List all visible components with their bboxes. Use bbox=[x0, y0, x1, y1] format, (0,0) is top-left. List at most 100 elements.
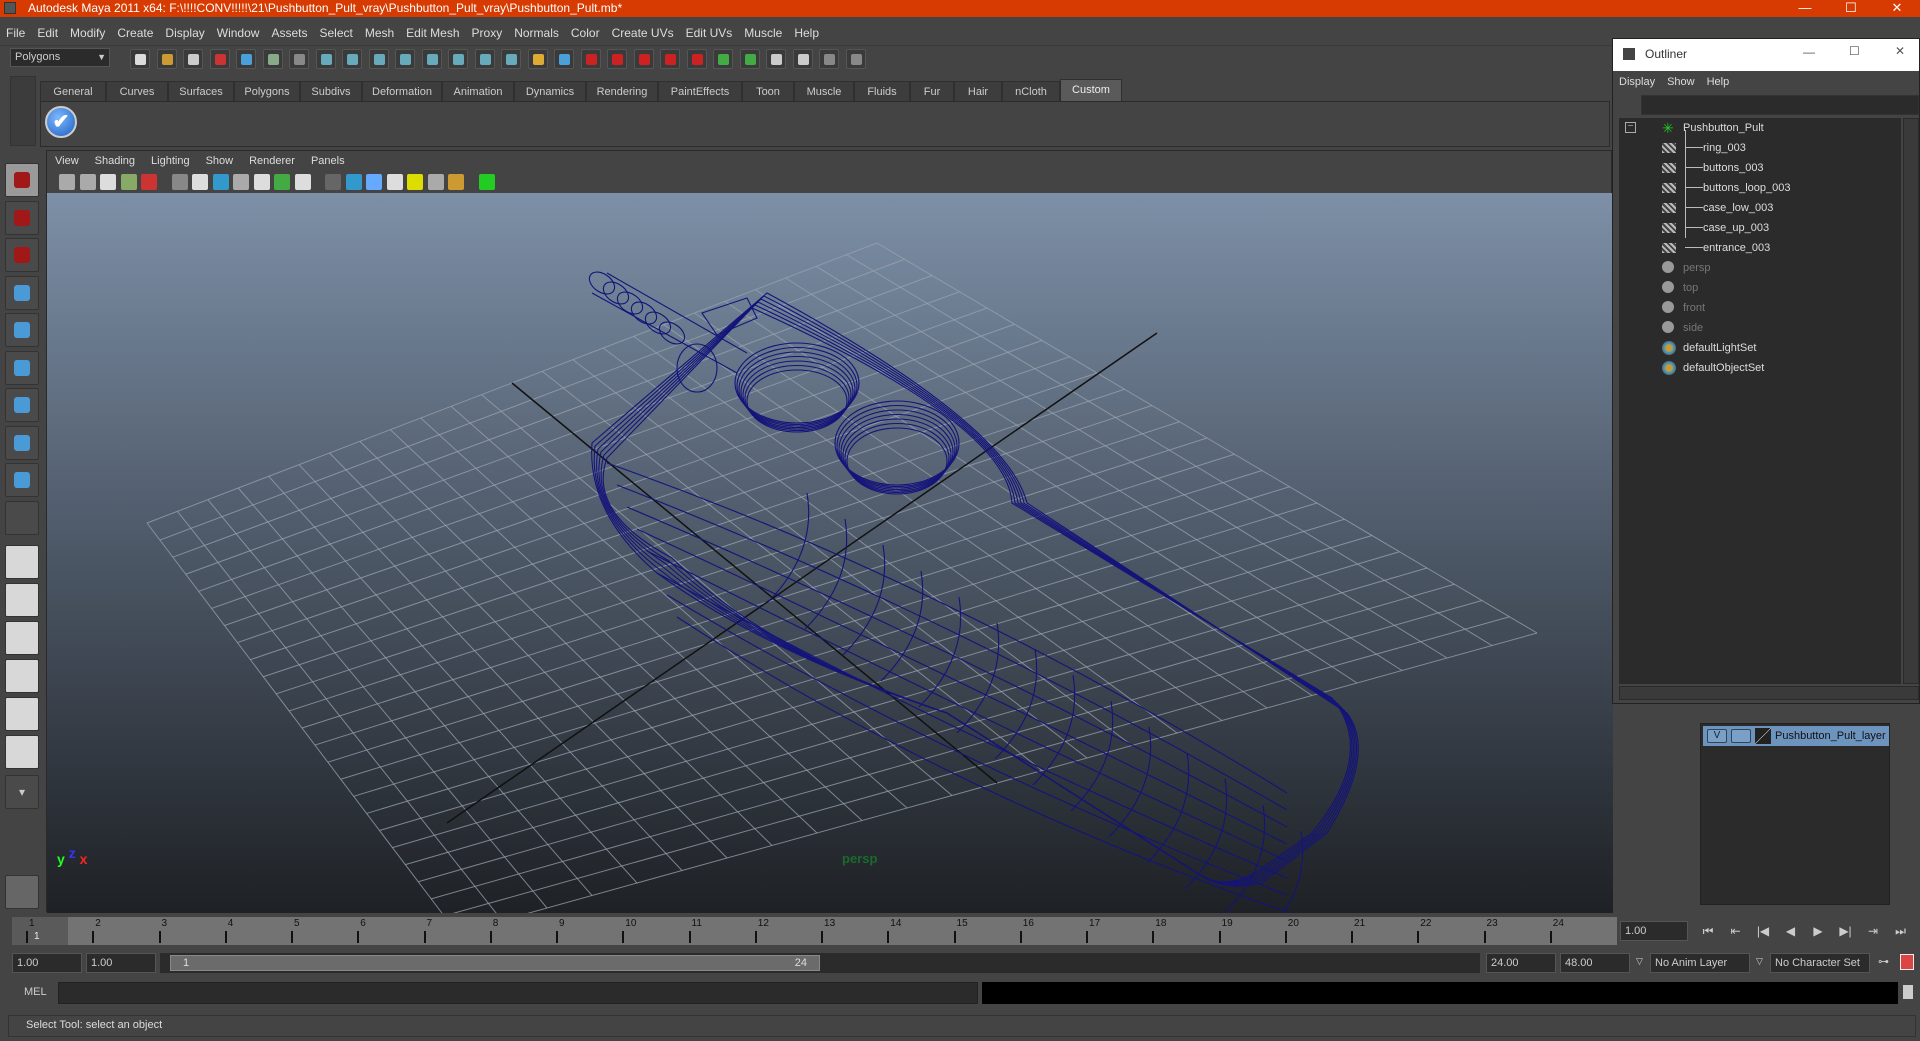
range-slider-handle[interactable]: 1 24 bbox=[170, 955, 820, 971]
playback-button-0[interactable]: ⏮ bbox=[1698, 922, 1718, 940]
viewport-menu-view[interactable]: View bbox=[47, 151, 87, 171]
statusline-tool-icon[interactable] bbox=[156, 49, 177, 69]
move-tool[interactable] bbox=[5, 275, 39, 310]
viewport-tool-icon[interactable] bbox=[141, 174, 157, 190]
layer-color-swatch[interactable] bbox=[1755, 728, 1771, 744]
shelf-tab-curves[interactable]: Curves bbox=[106, 81, 168, 101]
viewport-tool-icon[interactable] bbox=[59, 174, 75, 190]
menu-window[interactable]: Window bbox=[211, 22, 266, 44]
viewport-panel[interactable]: View Shading Lighting Show Renderer Panels y … bbox=[46, 150, 1613, 913]
layer-editor-icons[interactable] bbox=[1802, 707, 1892, 721]
viewport-tool-icon[interactable] bbox=[79, 174, 96, 190]
statusline-tool-icon[interactable] bbox=[315, 49, 336, 69]
viewport-tool-icon[interactable] bbox=[448, 174, 464, 190]
outliner-item-case_low_003[interactable]: case_low_003 bbox=[1619, 198, 1899, 218]
statusline-tool-icon[interactable] bbox=[527, 49, 548, 69]
show-manipulator-tool[interactable] bbox=[5, 463, 39, 497]
outliner-item-ring_003[interactable]: ring_003 bbox=[1619, 138, 1899, 158]
start-time-field[interactable]: 1.00 bbox=[12, 953, 82, 973]
outliner-filter-input[interactable] bbox=[1641, 95, 1919, 115]
menu-edit[interactable]: Edit bbox=[31, 22, 64, 44]
scale-tool[interactable] bbox=[5, 350, 39, 385]
viewport-tool-icon[interactable] bbox=[212, 174, 229, 190]
viewport-tool-icon[interactable] bbox=[233, 174, 249, 190]
anim-layer-dropdown-icon[interactable]: ▽ bbox=[1636, 956, 1643, 967]
lasso-tool[interactable] bbox=[5, 200, 39, 235]
shelf-tab-ncloth[interactable]: nCloth bbox=[1002, 81, 1060, 101]
viewport-menu-panels[interactable]: Panels bbox=[303, 151, 353, 171]
menu-set-dropdown[interactable]: Polygons ▼ bbox=[10, 48, 110, 67]
statusline-tool-icon[interactable] bbox=[607, 49, 627, 69]
shelf-tab-fluids[interactable]: Fluids bbox=[854, 81, 910, 101]
viewport-tool-icon[interactable] bbox=[540, 174, 556, 190]
shelf-tab-subdivs[interactable]: Subdivs bbox=[300, 81, 362, 101]
maya-logo-icon[interactable] bbox=[5, 875, 39, 909]
playback-start-field[interactable]: 1.00 bbox=[86, 953, 156, 973]
shelf-menu-handle[interactable] bbox=[10, 76, 36, 146]
statusline-tool-icon[interactable] bbox=[845, 49, 866, 69]
menu-muscle[interactable]: Muscle bbox=[738, 22, 788, 44]
outliner-vertical-scrollbar[interactable] bbox=[1903, 118, 1919, 684]
statusline-tool-icon[interactable] bbox=[660, 49, 680, 69]
outliner-item-case_up_003[interactable]: case_up_003 bbox=[1619, 218, 1899, 238]
shelf-tab-fur[interactable]: Fur bbox=[910, 81, 954, 101]
shelf-tab-muscle[interactable]: Muscle bbox=[794, 81, 854, 101]
statusline-tool-icon[interactable] bbox=[236, 49, 256, 69]
shelf-tab-dynamics[interactable]: Dynamics bbox=[514, 81, 586, 101]
layer-type-toggle[interactable] bbox=[1731, 729, 1751, 743]
shelf-tab-rendering[interactable]: Rendering bbox=[586, 81, 658, 101]
layout-persp-outliner-graph[interactable] bbox=[5, 735, 39, 769]
select-tool[interactable] bbox=[5, 163, 39, 197]
viewport-menu-shading[interactable]: Shading bbox=[87, 151, 143, 171]
shelf-tab-custom[interactable]: Custom bbox=[1060, 79, 1122, 101]
maximize-button[interactable]: ☐ bbox=[1828, 0, 1874, 17]
shelf-tab-surfaces[interactable]: Surfaces bbox=[168, 81, 234, 101]
statusline-tool-icon[interactable] bbox=[395, 49, 415, 69]
statusline-tool-icon[interactable] bbox=[554, 49, 574, 69]
statusline-tool-icon[interactable] bbox=[713, 49, 733, 69]
menu-proxy[interactable]: Proxy bbox=[466, 22, 509, 44]
shelf-tab-animation[interactable]: Animation bbox=[442, 81, 514, 101]
time-ticks[interactable]: 1 1 2 3 4 5 6 7 8 9 10 11 12 13 14 15 16 17 18 19 20 21 22 23 2… bbox=[12, 917, 1617, 945]
statusline-tool-icon[interactable] bbox=[448, 49, 468, 69]
statusline-tool-icon[interactable] bbox=[819, 49, 839, 69]
statusline-tool-icon[interactable] bbox=[633, 49, 654, 69]
menu-select[interactable]: Select bbox=[313, 22, 358, 44]
menu-modify[interactable]: Modify bbox=[64, 22, 111, 44]
statusline-tool-icon[interactable] bbox=[130, 49, 150, 69]
more-layouts-button[interactable]: ▾ bbox=[5, 775, 39, 809]
outliner-minimize-button[interactable]: — bbox=[1803, 45, 1815, 59]
statusline-tool-icon[interactable] bbox=[580, 49, 601, 69]
shelf-tab-general[interactable]: General bbox=[40, 81, 106, 101]
current-time-field[interactable]: 1.00 bbox=[1620, 921, 1688, 941]
command-language-label[interactable]: MEL bbox=[24, 986, 47, 998]
outliner-menu-show[interactable]: Show bbox=[1661, 71, 1701, 93]
outliner-item-pushbutton_pult[interactable]: ✳ Pushbutton_Pult bbox=[1619, 118, 1899, 138]
statusline-tool-icon[interactable] bbox=[686, 49, 707, 69]
menu-color[interactable]: Color bbox=[565, 22, 606, 44]
rotate-tool[interactable] bbox=[5, 313, 39, 347]
statusline-tool-icon[interactable] bbox=[501, 49, 521, 69]
outliner-item-defaultobjectset[interactable]: defaultObjectSet bbox=[1619, 358, 1899, 378]
menu-file[interactable]: File bbox=[0, 22, 31, 44]
outliner-close-button[interactable]: ✕ bbox=[1895, 44, 1905, 58]
outliner-item-side[interactable]: side bbox=[1619, 318, 1899, 338]
menu-create[interactable]: Create bbox=[111, 22, 159, 44]
auto-key-icon[interactable]: ⊶ bbox=[1878, 955, 1889, 968]
viewport-tool-icon[interactable] bbox=[386, 174, 403, 190]
layout-outliner-persp[interactable] bbox=[5, 621, 39, 655]
viewport-tool-icon[interactable] bbox=[274, 174, 290, 190]
menu-edit-mesh[interactable]: Edit Mesh bbox=[400, 22, 465, 44]
universal-manipulator[interactable] bbox=[5, 388, 39, 422]
layer-row[interactable]: V Pushbutton_Pult_layer bbox=[1703, 726, 1889, 746]
menu-edit-uvs[interactable]: Edit UVs bbox=[680, 22, 739, 44]
menu-create-uvs[interactable]: Create UVs bbox=[606, 22, 680, 44]
playback-button-3[interactable]: ◀ bbox=[1781, 922, 1801, 940]
viewport-tool-icon[interactable] bbox=[253, 174, 270, 190]
outliner-item-defaultlightset[interactable]: defaultLightSet bbox=[1619, 338, 1899, 358]
statusline-tool-icon[interactable] bbox=[792, 49, 813, 69]
playback-button-1[interactable]: ⇤ bbox=[1726, 922, 1746, 940]
viewport-tool-icon[interactable] bbox=[100, 174, 116, 190]
statusline-tool-icon[interactable] bbox=[421, 49, 442, 69]
character-set-field[interactable]: No Character Set bbox=[1770, 953, 1870, 973]
